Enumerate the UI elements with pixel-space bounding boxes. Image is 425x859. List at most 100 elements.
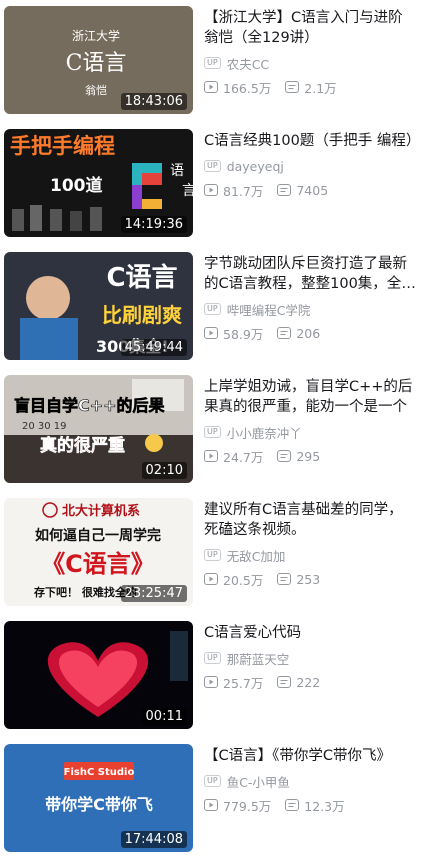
danmaku-count-text: 7405 — [296, 182, 329, 198]
video-duration: 02:10 — [141, 462, 187, 479]
uploader-name: 小小鹿奈冲丫 — [226, 425, 302, 441]
svg-text:北大计算机系: 北大计算机系 — [62, 503, 140, 519]
video-info: 上岸学姐劝诫，盲目学C++的后果真的很严重，能劝一个是一个 UP 小小鹿奈冲丫 … — [204, 377, 417, 465]
uploader-row[interactable]: UP dayeyeqj — [204, 157, 417, 175]
play-icon — [204, 184, 218, 196]
video-stats: 81.7万 7405 — [204, 181, 417, 199]
play-icon — [204, 676, 218, 688]
up-icon: UP — [204, 57, 221, 69]
uploader-row[interactable]: UP 哔哩编程C学院 — [204, 300, 417, 318]
video-title[interactable]: 【浙江大学】C语言入门与进阶 翁恺（全129讲） — [204, 8, 417, 48]
uploader-name: dayeyeqj — [226, 158, 284, 174]
up-icon: UP — [204, 652, 221, 664]
svg-text:带你学C带你飞: 带你学C带你飞 — [45, 795, 153, 814]
play-icon — [204, 450, 218, 462]
view-count: 166.5万 — [204, 78, 271, 97]
video-thumbnail[interactable]: 手把手编程 100道 语 言 14:19:36 — [4, 129, 193, 237]
video-duration: 23:25:47 — [120, 585, 187, 602]
video-thumbnail[interactable]: 浙江大学 C语言 翁恺 18:43:06 — [4, 6, 193, 114]
video-duration: 00:11 — [141, 708, 187, 725]
svg-text:C语言: C语言 — [66, 51, 127, 76]
video-card[interactable]: FishC Studio 带你学C带你飞 17:44:08 【C语言】《带你学C… — [0, 744, 425, 856]
view-count-text: 81.7万 — [223, 183, 264, 199]
video-title[interactable]: C语言爱心代码 — [204, 623, 417, 643]
uploader-row[interactable]: UP 小小鹿奈冲丫 — [204, 423, 417, 441]
view-count-text: 20.5万 — [223, 572, 264, 588]
svg-text:比刷剧爽: 比刷剧爽 — [102, 303, 182, 327]
video-info: 字节跳动团队斥巨资打造了最新的C语言教程，整整100集，全程干货无废话，一口气学… — [204, 254, 417, 342]
video-card[interactable]: C语言 比刷剧爽 300集全! 45:49:44 字节跳动团队斥巨资打造了最新的… — [0, 252, 425, 364]
video-title[interactable]: 上岸学姐劝诫，盲目学C++的后果真的很严重，能劝一个是一个 — [204, 377, 417, 417]
video-card[interactable]: 手把手编程 100道 语 言 14:19:36 C语言经典100题（手把手 编程… — [0, 129, 425, 241]
video-title[interactable]: 【C语言】《带你学C带你飞》 — [204, 746, 417, 766]
danmaku-icon — [285, 799, 300, 811]
svg-text:手把手编程: 手把手编程 — [10, 134, 115, 158]
video-card[interactable]: 北大计算机系 如何逼自己一周学完 《C语言》 存下吧！ 很难找全的 23:25:… — [0, 498, 425, 610]
danmaku-count-text: 222 — [296, 674, 321, 690]
danmaku-count: 7405 — [277, 183, 328, 198]
uploader-row[interactable]: UP 无敌C加加 — [204, 546, 417, 564]
video-info: 建议所有C语言基础差的同学，死磕这条视频。 UP 无敌C加加 20.5万 253 — [204, 500, 417, 588]
danmaku-count: 295 — [277, 449, 320, 464]
danmaku-count: 206 — [277, 326, 320, 341]
uploader-name: 那蔚蓝天空 — [226, 651, 290, 667]
svg-text:真的很严重: 真的很严重 — [40, 435, 125, 456]
uploader-name: 哔哩编程C学院 — [226, 302, 311, 318]
danmaku-count: 253 — [277, 572, 320, 587]
view-count: 20.5万 — [204, 570, 263, 589]
svg-text:浙江大学: 浙江大学 — [72, 28, 120, 43]
uploader-row[interactable]: UP 鱼C-小甲鱼 — [204, 772, 417, 790]
video-thumbnail[interactable]: C语言 比刷剧爽 300集全! 45:49:44 — [4, 252, 193, 360]
svg-text:C语言: C语言 — [106, 263, 177, 293]
video-stats: 58.9万 206 — [204, 324, 417, 342]
danmaku-count-text: 253 — [296, 571, 321, 587]
video-thumbnail[interactable]: 北大计算机系 如何逼自己一周学完 《C语言》 存下吧！ 很难找全的 23:25:… — [4, 498, 193, 606]
video-stats: 25.7万 222 — [204, 673, 417, 691]
svg-text:20 30 19: 20 30 19 — [22, 421, 67, 432]
up-icon: UP — [204, 549, 221, 561]
uploader-name: 鱼C-小甲鱼 — [226, 774, 290, 790]
video-card[interactable]: 00:11 C语言爱心代码 UP 那蔚蓝天空 25.7万 222 — [0, 621, 425, 733]
up-icon: UP — [204, 303, 221, 315]
danmaku-icon — [277, 676, 292, 688]
play-icon — [204, 327, 218, 339]
video-stats: 166.5万 2.1万 — [204, 78, 417, 96]
view-count: 25.7万 — [204, 673, 263, 692]
video-card[interactable]: 盲目自学C++的后果 20 30 19 真的很严重 02:10 上岸学姐劝诫，盲… — [0, 375, 425, 487]
svg-text:言: 言 — [182, 183, 193, 199]
video-duration: 14:19:36 — [120, 216, 187, 233]
svg-text:如何逼自己一周学完: 如何逼自己一周学完 — [35, 527, 161, 544]
danmaku-count: 222 — [277, 675, 320, 690]
video-thumbnail[interactable]: 00:11 — [4, 621, 193, 729]
danmaku-count-text: 12.3万 — [304, 798, 345, 814]
video-stats: 24.7万 295 — [204, 447, 417, 465]
play-icon — [204, 799, 218, 811]
view-count: 779.5万 — [204, 796, 271, 815]
video-info: 【C语言】《带你学C带你飞》 UP 鱼C-小甲鱼 779.5万 12.3万 — [204, 746, 417, 814]
video-title[interactable]: 字节跳动团队斥巨资打造了最新的C语言教程，整整100集，全程干货无废话，一口气学… — [204, 254, 417, 294]
video-thumbnail[interactable]: 盲目自学C++的后果 20 30 19 真的很严重 02:10 — [4, 375, 193, 483]
video-info: 【浙江大学】C语言入门与进阶 翁恺（全129讲） UP 农夫CC 166.5万 … — [204, 8, 417, 96]
play-icon — [204, 81, 218, 93]
view-count: 81.7万 — [204, 181, 263, 200]
uploader-name: 农夫CC — [226, 56, 270, 72]
danmaku-count-text: 2.1万 — [304, 80, 337, 96]
video-title[interactable]: C语言经典100题（手把手 编程） — [204, 131, 417, 151]
view-count-text: 58.9万 — [223, 326, 264, 342]
video-duration: 17:44:08 — [120, 831, 187, 848]
view-count-text: 166.5万 — [223, 80, 272, 96]
video-thumbnail[interactable]: FishC Studio 带你学C带你飞 17:44:08 — [4, 744, 193, 852]
up-icon: UP — [204, 775, 221, 787]
video-info: C语言爱心代码 UP 那蔚蓝天空 25.7万 222 — [204, 623, 417, 691]
video-title[interactable]: 建议所有C语言基础差的同学，死磕这条视频。 — [204, 500, 417, 540]
danmaku-count-text: 206 — [296, 325, 321, 341]
view-count: 58.9万 — [204, 324, 263, 343]
danmaku-count: 2.1万 — [285, 78, 337, 97]
view-count: 24.7万 — [204, 447, 263, 466]
video-duration: 45:49:44 — [120, 339, 187, 356]
danmaku-icon — [277, 327, 292, 339]
video-card[interactable]: 浙江大学 C语言 翁恺 18:43:06 【浙江大学】C语言入门与进阶 翁恺（全… — [0, 6, 425, 118]
danmaku-icon — [285, 81, 300, 93]
uploader-row[interactable]: UP 那蔚蓝天空 — [204, 649, 417, 667]
uploader-row[interactable]: UP 农夫CC — [204, 54, 417, 72]
